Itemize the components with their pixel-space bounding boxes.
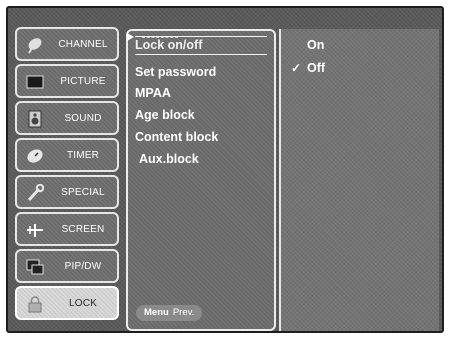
menu-item-content-block[interactable]: Content block xyxy=(135,129,267,146)
menu-item-lock-onoff[interactable]: Lock on/off xyxy=(135,36,267,55)
sidebar-item-label: SCREEN xyxy=(61,224,105,235)
sidebar-item-pipdw[interactable]: PIP/DW xyxy=(15,249,119,283)
menu-item-mpaa[interactable]: MPAA xyxy=(135,85,267,102)
menu-prev-button[interactable]: Menu Prev. xyxy=(136,305,202,321)
padlock-icon xyxy=(26,295,44,313)
sidebar-item-label: PIP/DW xyxy=(64,261,102,272)
sidebar-item-special[interactable]: SPECIAL xyxy=(15,175,119,209)
menu-item-label: Set password xyxy=(135,65,217,79)
menu-item-label: Lock on/off xyxy=(135,38,203,52)
menu-item-age-block[interactable]: Age block xyxy=(135,107,267,124)
menu-item-aux-block[interactable]: Aux.block xyxy=(139,151,271,168)
speaker-icon xyxy=(26,110,44,128)
sidebar-item-picture[interactable]: PICTURE xyxy=(15,64,119,98)
sidebar-item-screen[interactable]: SCREEN xyxy=(15,212,119,246)
menu-item-set-password[interactable]: Set password xyxy=(135,64,267,81)
menu-item-label: Age block xyxy=(135,108,195,122)
sidebar-item-sound[interactable]: SOUND xyxy=(15,101,119,135)
tv-screen-icon xyxy=(26,73,44,91)
sidebar-item-label: SPECIAL xyxy=(61,187,105,198)
clock-icon xyxy=(26,147,44,165)
sidebar-item-timer[interactable]: TIMER xyxy=(15,138,119,172)
category-sidebar: CHANNEL PICTURE SOUND TIMER SPECIAL SCRE… xyxy=(15,27,119,329)
wrench-icon xyxy=(26,183,45,202)
sidebar-item-label: PICTURE xyxy=(60,76,106,87)
sidebar-item-label: TIMER xyxy=(66,150,100,161)
pip-windows-icon xyxy=(26,258,44,276)
sidebar-item-label: LOCK xyxy=(68,298,98,309)
option-label: Off xyxy=(307,61,326,75)
checkmark-icon: ✓ xyxy=(291,61,302,75)
sidebar-item-label: SOUND xyxy=(64,113,102,124)
arrow-right-icon xyxy=(127,33,134,41)
satellite-dish-icon xyxy=(26,36,44,54)
connector-line xyxy=(142,37,178,38)
sidebar-item-channel[interactable]: CHANNEL xyxy=(15,27,119,61)
lock-submenu: Lock on/off Set password MPAA Age block … xyxy=(126,29,276,331)
sidebar-item-label: CHANNEL xyxy=(58,39,108,50)
options-panel: On ✓ Off xyxy=(279,29,439,331)
menu-item-label: MPAA xyxy=(135,86,171,100)
menu-item-label: Content block xyxy=(135,130,219,144)
prev-label: Prev. xyxy=(172,307,195,318)
menu-item-label: Aux.block xyxy=(139,152,199,166)
option-on[interactable]: On xyxy=(307,38,324,53)
option-label: On xyxy=(307,38,325,52)
crosshair-icon xyxy=(26,221,44,239)
sidebar-item-lock[interactable]: LOCK xyxy=(15,286,119,320)
menu-key-label: Menu xyxy=(144,307,169,318)
option-off[interactable]: Off xyxy=(307,61,325,76)
